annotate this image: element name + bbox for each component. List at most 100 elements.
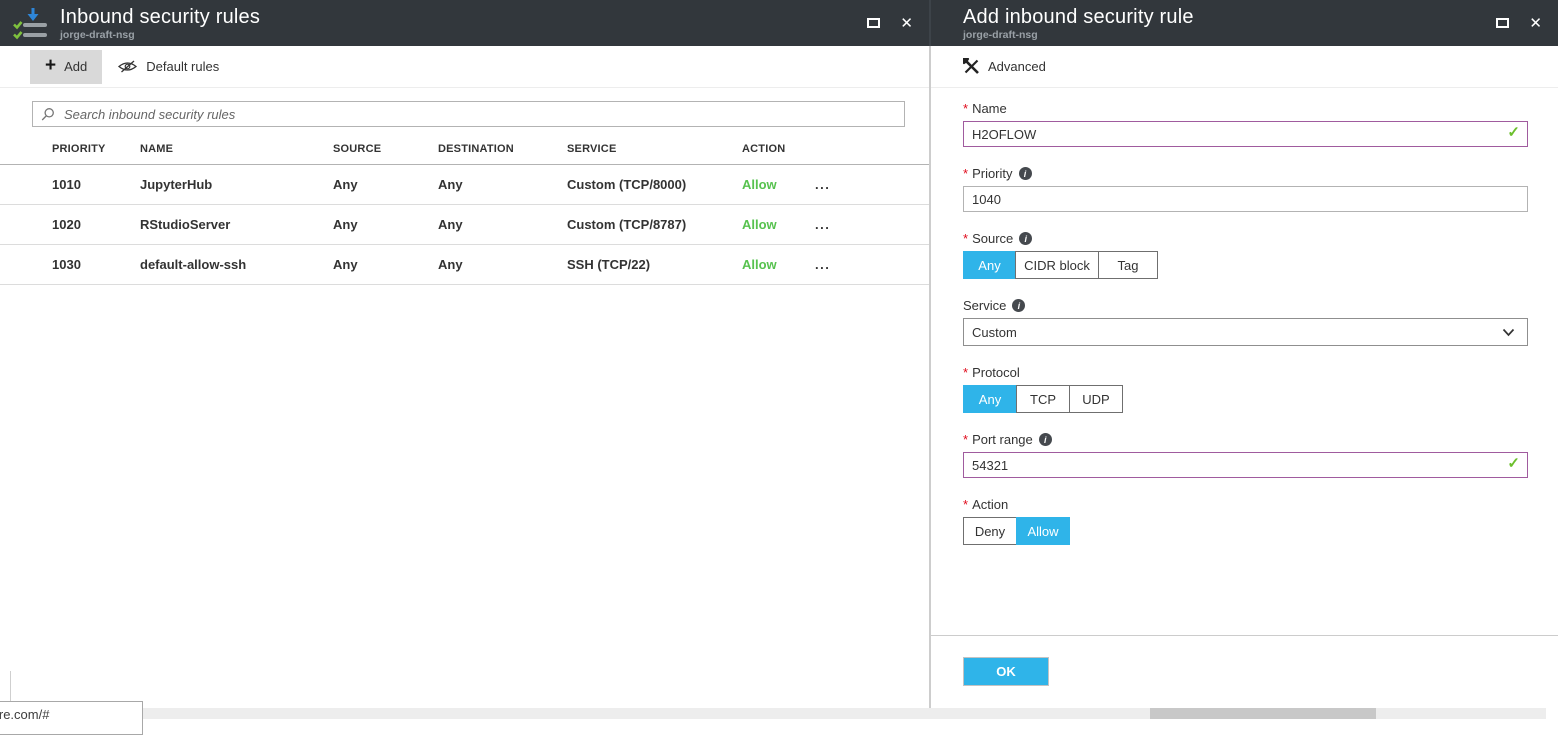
right-blade-subtitle: jorge-draft-nsg (963, 29, 1194, 41)
required-asterisk: * (963, 166, 968, 181)
cell-destination: Any (438, 177, 567, 192)
left-blade-header: Inbound security rules jorge-draft-nsg ✕ (0, 0, 929, 46)
action-field: * Action Deny Allow (963, 497, 1528, 545)
required-asterisk: * (963, 497, 968, 512)
status-url-tooltip: ortal.azure.com/# (0, 701, 143, 735)
col-priority[interactable]: PRIORITY (52, 143, 140, 155)
right-blade-toolbar: Advanced (931, 46, 1558, 88)
info-icon[interactable]: i (1019, 232, 1032, 245)
add-inbound-rule-blade: Add inbound security rule jorge-draft-ns… (931, 0, 1558, 708)
action-option-deny[interactable]: Deny (963, 517, 1017, 545)
right-blade-title: Add inbound security rule (963, 6, 1194, 28)
horizontal-scrollbar[interactable] (0, 708, 1546, 719)
default-rules-button[interactable]: Default rules (102, 50, 234, 84)
cell-action: Allow (742, 217, 815, 232)
protocol-option-udp[interactable]: UDP (1069, 385, 1123, 413)
name-field: * Name ✓ (963, 101, 1528, 147)
cell-priority: 1010 (52, 177, 140, 192)
col-action[interactable]: ACTION (742, 143, 815, 155)
tools-icon (963, 58, 980, 75)
cell-service: Custom (TCP/8787) (567, 217, 742, 232)
protocol-field: * Protocol Any TCP UDP (963, 365, 1528, 413)
default-rules-label: Default rules (146, 59, 219, 74)
cell-source: Any (333, 217, 438, 232)
action-label: * Action (963, 497, 1528, 512)
cell-source: Any (333, 177, 438, 192)
row-menu-button[interactable]: ... (815, 257, 861, 272)
close-icon[interactable]: ✕ (900, 16, 913, 31)
inbound-security-rules-blade: Inbound security rules jorge-draft-nsg ✕… (0, 0, 929, 708)
cell-source: Any (333, 257, 438, 272)
info-icon[interactable]: i (1019, 167, 1032, 180)
name-input[interactable] (963, 121, 1528, 147)
required-asterisk: * (963, 101, 968, 116)
source-field: * Source i Any CIDR block Tag (963, 231, 1528, 279)
source-label: * Source i (963, 231, 1528, 246)
table-row-rstudioserver[interactable]: 1020 RStudioServer Any Any Custom (TCP/8… (0, 205, 929, 245)
scrollbar-thumb[interactable] (1150, 708, 1376, 719)
col-name[interactable]: NAME (140, 143, 333, 155)
protocol-option-any[interactable]: Any (963, 385, 1017, 413)
port-range-field: * Port range i ✓ (963, 432, 1528, 478)
cell-priority: 1030 (52, 257, 140, 272)
source-option-any[interactable]: Any (963, 251, 1016, 279)
valid-check-icon: ✓ (1507, 125, 1520, 140)
row-menu-button[interactable]: ... (815, 217, 861, 232)
add-rule-form: * Name ✓ * Priority i * Source i (931, 88, 1558, 545)
priority-field: * Priority i (963, 166, 1528, 212)
status-popup-edge (10, 671, 11, 701)
table-header: PRIORITY NAME SOURCE DESTINATION SERVICE… (0, 134, 929, 165)
chevron-down-icon (1502, 328, 1515, 337)
ok-button[interactable]: OK (963, 657, 1049, 686)
cell-priority: 1020 (52, 217, 140, 232)
col-source[interactable]: SOURCE (333, 143, 438, 155)
action-option-allow[interactable]: Allow (1016, 517, 1070, 545)
table-row-default-allow-ssh[interactable]: 1030 default-allow-ssh Any Any SSH (TCP/… (0, 245, 929, 285)
left-blade-toolbar: + Add Default rules (0, 46, 929, 88)
left-blade-title: Inbound security rules (60, 6, 260, 28)
add-button[interactable]: + Add (30, 50, 102, 84)
search-input[interactable] (62, 106, 896, 123)
required-asterisk: * (963, 432, 968, 447)
source-option-cidr-block[interactable]: CIDR block (1015, 251, 1099, 279)
advanced-label: Advanced (988, 59, 1046, 74)
service-select-value: Custom (972, 325, 1017, 340)
col-service[interactable]: SERVICE (567, 143, 742, 155)
protocol-option-tcp[interactable]: TCP (1016, 385, 1070, 413)
close-icon[interactable]: ✕ (1529, 16, 1542, 31)
priority-input[interactable] (963, 186, 1528, 212)
col-destination[interactable]: DESTINATION (438, 143, 567, 155)
info-icon[interactable]: i (1012, 299, 1025, 312)
maximize-icon[interactable] (1496, 18, 1509, 28)
right-blade-footer: OK (931, 635, 1558, 708)
cell-destination: Any (438, 257, 567, 272)
inbound-rules-icon (12, 5, 50, 41)
cell-name: JupyterHub (140, 177, 333, 192)
cell-action: Allow (742, 177, 815, 192)
port-range-input[interactable] (963, 452, 1528, 478)
service-label: Service i (963, 298, 1528, 313)
row-menu-button[interactable]: ... (815, 177, 861, 192)
add-button-label: Add (64, 59, 87, 74)
priority-label: * Priority i (963, 166, 1528, 181)
protocol-label: * Protocol (963, 365, 1528, 380)
right-blade-header: Add inbound security rule jorge-draft-ns… (931, 0, 1558, 46)
search-box (32, 101, 905, 127)
required-asterisk: * (963, 231, 968, 246)
cell-name: default-allow-ssh (140, 257, 333, 272)
left-blade-subtitle: jorge-draft-nsg (60, 29, 260, 41)
cell-name: RStudioServer (140, 217, 333, 232)
cell-action: Allow (742, 257, 815, 272)
info-icon[interactable]: i (1039, 433, 1052, 446)
maximize-icon[interactable] (867, 18, 880, 28)
required-asterisk: * (963, 365, 968, 380)
service-field: Service i Custom (963, 298, 1528, 346)
source-option-tag[interactable]: Tag (1098, 251, 1158, 279)
advanced-button[interactable]: Advanced (963, 50, 1046, 84)
port-range-label: * Port range i (963, 432, 1528, 447)
table-row-jupyterhub[interactable]: 1010 JupyterHub Any Any Custom (TCP/8000… (0, 165, 929, 205)
service-select[interactable]: Custom (963, 318, 1528, 346)
cell-destination: Any (438, 217, 567, 232)
name-label: * Name (963, 101, 1528, 116)
cell-service: SSH (TCP/22) (567, 257, 742, 272)
